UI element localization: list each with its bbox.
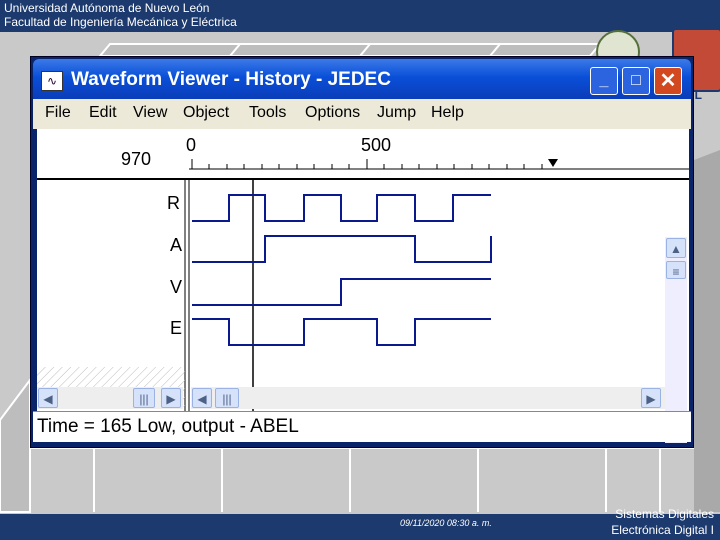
menu-view[interactable]: View <box>133 104 167 122</box>
arrow-up-icon[interactable]: ▲ <box>666 238 686 258</box>
ruler-ticks <box>191 159 543 169</box>
menu-jump[interactable]: Jump <box>377 104 416 122</box>
menu-tools[interactable]: Tools <box>249 104 286 122</box>
status-text: Time = 165 Low, output - ABEL <box>37 416 299 437</box>
menu-file[interactable]: File <box>45 104 71 122</box>
waveform-area: 970 0 500 R A V E ▲ ≡ ▼ ◀ ||| ▶ ◀ ||| ▶ <box>37 129 689 443</box>
minimize-button[interactable]: _ <box>590 67 618 95</box>
menu-bar: File Edit View Object Tools Options Jump… <box>33 99 691 129</box>
vertical-scroll-thumb[interactable]: ≡ <box>666 261 686 279</box>
ruler-label-0: 0 <box>186 135 197 155</box>
signal-label-v[interactable]: V <box>170 277 182 298</box>
footer-course: Sistemas Digitales <box>615 507 714 521</box>
menu-options[interactable]: Options <box>305 104 360 122</box>
arrow-right-icon[interactable]: ▶ <box>161 388 181 408</box>
wave-horizontal-scrollbar[interactable]: ◀ ||| ▶ <box>191 387 665 409</box>
ruler-label-500: 500 <box>361 135 392 155</box>
menu-help[interactable]: Help <box>431 104 464 122</box>
signal-label-a[interactable]: A <box>170 235 182 256</box>
label-horizontal-scrollbar[interactable]: ◀ ||| ▶ <box>37 387 183 409</box>
label-scroll-thumb[interactable]: ||| <box>133 388 155 408</box>
waveform-r <box>192 194 491 222</box>
waveform-viewer-window: ∿ Waveform Viewer - History - JEDEC _ □ … <box>30 56 694 448</box>
waveform-v <box>192 278 491 306</box>
waveforms <box>192 194 492 346</box>
cursor-time-value: 970 <box>121 149 152 169</box>
signal-label-e[interactable]: E <box>170 318 182 339</box>
arrow-left-icon[interactable]: ◀ <box>192 388 212 408</box>
arrow-left-icon[interactable]: ◀ <box>38 388 58 408</box>
title-bar[interactable]: ∿ Waveform Viewer - History - JEDEC _ □ … <box>33 59 691 99</box>
close-button[interactable]: ✕ <box>654 67 682 95</box>
waveform-a <box>192 235 492 263</box>
waveform-app-icon[interactable]: ∿ <box>41 71 63 91</box>
waveform-e <box>192 318 491 346</box>
arrow-right-icon[interactable]: ▶ <box>641 388 661 408</box>
signal-label-r[interactable]: R <box>167 193 180 214</box>
footer-date: 09/11/2020 08:30 a. m. <box>400 518 492 528</box>
footer-program: Electrónica Digital I <box>611 523 714 537</box>
status-bar: Time = 165 Low, output - ABEL <box>33 411 691 442</box>
menu-object[interactable]: Object <box>183 104 229 122</box>
window-title: Waveform Viewer - History - JEDEC <box>71 69 391 90</box>
triangle-down-icon[interactable] <box>548 159 558 167</box>
maximize-button[interactable]: □ <box>622 67 650 95</box>
menu-edit[interactable]: Edit <box>89 104 117 122</box>
wave-scroll-thumb[interactable]: ||| <box>215 388 239 408</box>
